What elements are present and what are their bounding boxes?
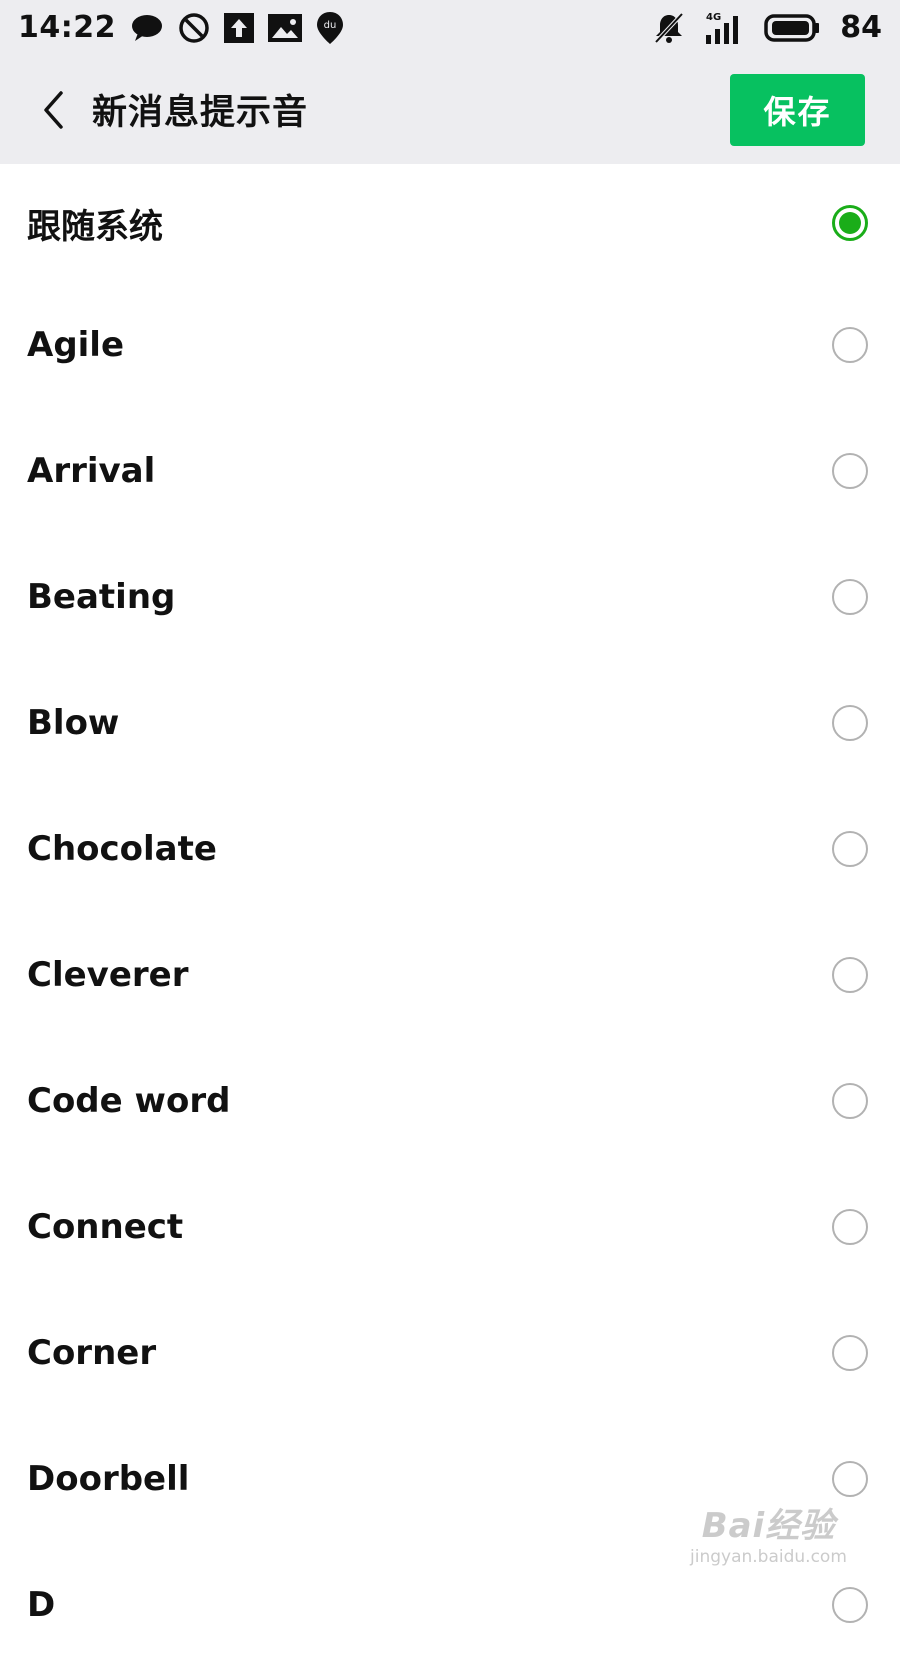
sound-option-label: Blow [27,703,120,743]
sound-option[interactable]: Corner [0,1290,900,1416]
save-button[interactable]: 保存 [730,73,865,146]
radio-unchecked-icon[interactable] [832,1587,868,1623]
radio-unchecked-icon[interactable] [832,957,868,993]
chat-bubble-icon [130,13,164,43]
radio-unchecked-icon[interactable] [832,1335,868,1371]
sound-option-label: Chocolate [27,829,217,869]
sound-option[interactable]: Beating [0,534,900,660]
radio-unchecked-icon[interactable] [832,831,868,867]
sound-option-label: 跟随系统 [27,206,163,247]
sound-option-label: Corner [27,1333,157,1373]
sound-option[interactable]: Agile [0,282,900,408]
radio-unchecked-icon[interactable] [832,1461,868,1497]
status-bar: 14:22 du 4G 84 [0,0,900,55]
signal-icon: 4G [704,11,746,45]
sound-option-label: Agile [27,325,125,365]
svg-text:du: du [324,20,337,31]
sound-option[interactable]: Code word [0,1038,900,1164]
sound-option[interactable]: Chocolate [0,786,900,912]
sound-option-label: Arrival [27,451,156,491]
status-right: 4G 84 [652,10,882,45]
sound-option-label: Code word [27,1081,231,1121]
page-title: 新消息提示音 [92,93,309,133]
image-icon [268,13,302,42]
sound-option[interactable]: 跟随系统 [0,164,900,282]
sound-option[interactable]: Connect [0,1164,900,1290]
sound-option[interactable]: Arrival [0,408,900,534]
radio-checked-icon[interactable] [832,205,868,241]
chevron-left-icon [41,90,67,130]
upload-icon [224,12,254,43]
blocked-icon [178,12,210,44]
battery-level: 84 [840,10,882,45]
sound-option-label: Cleverer [27,955,189,995]
sound-option[interactable]: D [0,1542,900,1668]
sound-list: 跟随系统 Agile Arrival Beating Blow Chocolate Clev… [0,164,900,1668]
radio-unchecked-icon[interactable] [832,1083,868,1119]
network-type: 4G [706,12,721,23]
radio-unchecked-icon[interactable] [832,705,868,741]
status-left: 14:22 du [18,10,344,45]
sound-option[interactable]: Doorbell [0,1416,900,1542]
sound-option-label: Doorbell [27,1459,190,1499]
sound-option-label: Beating [27,577,176,617]
du-location-icon: du [316,11,344,45]
nav-bar: 新消息提示音 保存 [0,55,900,164]
sound-option-label: D [27,1585,56,1625]
sound-option[interactable]: Blow [0,660,900,786]
radio-unchecked-icon[interactable] [832,453,868,489]
battery-icon [764,13,822,43]
radio-unchecked-icon[interactable] [832,579,868,615]
radio-unchecked-icon[interactable] [832,1209,868,1245]
sound-option-label: Connect [27,1207,184,1247]
sound-option[interactable]: Cleverer [0,912,900,1038]
radio-unchecked-icon[interactable] [832,327,868,363]
mute-icon [652,12,686,44]
status-time: 14:22 [18,10,116,45]
back-button[interactable] [24,80,84,140]
